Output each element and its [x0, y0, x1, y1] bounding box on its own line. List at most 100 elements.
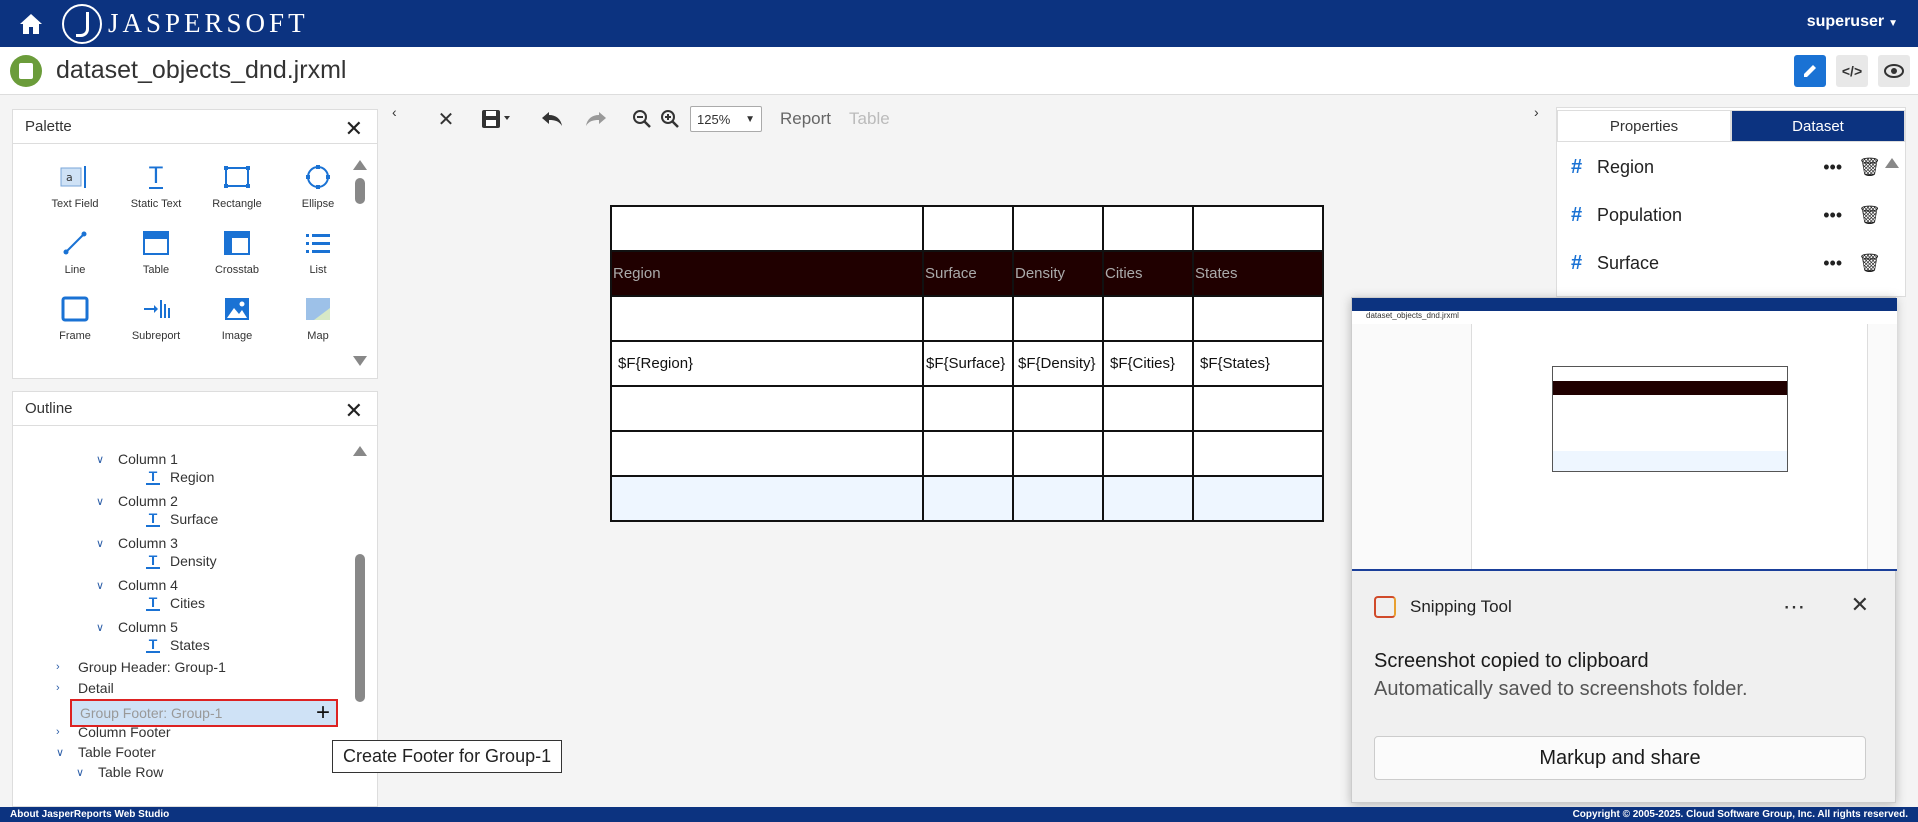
document-title: dataset_objects_dnd.jrxml: [56, 56, 347, 84]
outline-text-cities[interactable]: T Cities: [146, 593, 205, 613]
palette-scrollbar[interactable]: [353, 160, 367, 370]
scroll-down-icon[interactable]: [353, 356, 367, 366]
outline-text-surface[interactable]: T Surface: [146, 509, 218, 529]
about-link[interactable]: About JasperReports Web Studio: [10, 809, 169, 820]
more-options-icon[interactable]: •••: [1823, 205, 1842, 226]
user-menu[interactable]: superuser ▼: [1807, 13, 1898, 31]
chevron-down-icon[interactable]: ∨: [96, 579, 108, 592]
zoom-in-button[interactable]: [656, 103, 684, 135]
dataset-field-row[interactable]: # Surface ••• 🗑: [1571, 248, 1881, 278]
palette-list[interactable]: List: [278, 228, 358, 276]
outline-column-1[interactable]: ∨ Column 1: [96, 449, 178, 469]
redo-button[interactable]: [574, 103, 618, 135]
table-header-row[interactable]: Region Surface Density Cities States: [610, 250, 1324, 297]
palette-crosstab[interactable]: Crosstab: [197, 228, 277, 276]
field-cell[interactable]: $F{Cities}: [1102, 340, 1194, 387]
palette-static-text[interactable]: T Static Text: [116, 162, 196, 211]
outline-scroll-thumb[interactable]: [355, 554, 365, 702]
outline-group-footer-selected[interactable]: Group Footer: Group-1 +: [70, 699, 338, 727]
home-button[interactable]: [0, 0, 62, 47]
jaspersoft-logo[interactable]: JASPERSOFT: [62, 3, 309, 44]
preview-mode-button[interactable]: [1878, 55, 1910, 87]
table-row[interactable]: [610, 430, 1324, 477]
table-design-element[interactable]: Region Surface Density Cities States $F{…: [610, 205, 1324, 522]
table-row[interactable]: [610, 385, 1324, 432]
outline-group-header[interactable]: › Group Header: Group-1: [56, 657, 226, 677]
scroll-up-icon[interactable]: [353, 446, 367, 456]
breadcrumb-report[interactable]: Report: [780, 109, 831, 129]
palette-map[interactable]: Map: [278, 294, 358, 342]
outline-text-states[interactable]: T States: [146, 635, 210, 655]
redo-icon: [586, 112, 606, 126]
table-footer-row[interactable]: [610, 475, 1324, 522]
snipping-tool-notification[interactable]: dataset_objects_dnd.jrxml Snipping Tool …: [1351, 297, 1897, 803]
palette-table[interactable]: Table: [116, 228, 196, 276]
table-row[interactable]: [610, 295, 1324, 342]
source-mode-button[interactable]: </>: [1836, 55, 1868, 87]
header-cell[interactable]: Cities: [1102, 250, 1194, 297]
field-cell[interactable]: $F{Surface}: [922, 340, 1014, 387]
scroll-up-icon[interactable]: [1885, 158, 1899, 168]
more-options-icon[interactable]: •••: [1823, 253, 1842, 274]
zoom-out-button[interactable]: [628, 103, 656, 135]
header-cell[interactable]: Surface: [922, 250, 1014, 297]
table-row[interactable]: [610, 205, 1324, 252]
close-editor-button[interactable]: ✕: [426, 103, 466, 135]
screenshot-thumbnail[interactable]: dataset_objects_dnd.jrxml: [1352, 298, 1897, 571]
palette-rectangle[interactable]: Rectangle: [197, 162, 277, 210]
chevron-down-icon[interactable]: ∨: [96, 453, 108, 466]
chevron-down-icon[interactable]: ∨: [56, 746, 68, 759]
outline-text-region[interactable]: T Region: [146, 467, 214, 487]
design-mode-button[interactable]: [1794, 55, 1826, 87]
chevron-down-icon[interactable]: ∨: [96, 621, 108, 634]
palette-image[interactable]: Image: [197, 294, 277, 342]
palette-scroll-thumb[interactable]: [355, 178, 365, 204]
outline-table-footer[interactable]: ∨ Table Footer: [56, 742, 156, 762]
table-detail-row[interactable]: $F{Region} $F{Surface} $F{Density} $F{Ci…: [610, 340, 1324, 387]
field-cell[interactable]: $F{States}: [1192, 340, 1324, 387]
more-options-icon[interactable]: •••: [1823, 157, 1842, 178]
palette-line[interactable]: Line: [35, 228, 115, 276]
header-cell[interactable]: States: [1192, 250, 1324, 297]
field-cell[interactable]: $F{Region}: [610, 340, 924, 387]
breadcrumb-table[interactable]: Table: [849, 109, 890, 129]
outline-close-icon[interactable]: ✕: [345, 398, 363, 424]
outline-detail[interactable]: › Detail: [56, 678, 114, 698]
markup-and-share-button[interactable]: Markup and share: [1374, 736, 1866, 780]
trash-icon[interactable]: 🗑: [1858, 205, 1881, 226]
close-notification-icon[interactable]: ✕: [1851, 592, 1869, 618]
palette-close-icon[interactable]: ✕: [345, 116, 363, 142]
chevron-down-icon[interactable]: ∨: [96, 495, 108, 508]
chevron-right-icon[interactable]: ›: [56, 726, 68, 738]
zoom-level-select[interactable]: 125% ▼: [690, 106, 762, 132]
right-panel-tabs: Properties Dataset: [1557, 110, 1905, 142]
chevron-down-icon[interactable]: ∨: [76, 766, 88, 779]
dataset-field-row[interactable]: # Population ••• 🗑: [1571, 200, 1881, 230]
tab-dataset[interactable]: Dataset: [1731, 110, 1905, 142]
tab-properties[interactable]: Properties: [1557, 110, 1731, 142]
chevron-down-icon[interactable]: ∨: [96, 537, 108, 550]
palette-frame[interactable]: Frame: [35, 294, 115, 342]
outline-text-density[interactable]: T Density: [146, 551, 217, 571]
header-cell[interactable]: Region: [610, 250, 924, 297]
header-cell[interactable]: Density: [1012, 250, 1104, 297]
palette-subreport[interactable]: Subreport: [116, 294, 196, 342]
save-button[interactable]: [474, 103, 518, 135]
scroll-up-icon[interactable]: [353, 160, 367, 170]
undo-button[interactable]: [530, 103, 574, 135]
more-options-icon[interactable]: ⋯: [1783, 594, 1805, 620]
trash-icon[interactable]: 🗑: [1858, 157, 1881, 178]
palette-ellipse[interactable]: Ellipse: [278, 162, 358, 210]
outline-column-2[interactable]: ∨ Column 2: [96, 491, 178, 511]
outline-table-row[interactable]: ∨ Table Row: [76, 762, 163, 782]
dataset-field-row[interactable]: # Region ••• 🗑: [1571, 152, 1881, 182]
outline-column-4[interactable]: ∨ Column 4: [96, 575, 178, 595]
chevron-right-icon[interactable]: ›: [56, 661, 68, 673]
outline-column-3[interactable]: ∨ Column 3: [96, 533, 178, 553]
add-footer-plus-icon[interactable]: +: [316, 699, 330, 727]
outline-column-5[interactable]: ∨ Column 5: [96, 617, 178, 637]
chevron-right-icon[interactable]: ›: [56, 682, 68, 694]
palette-text-field[interactable]: a Text Field: [35, 162, 115, 210]
field-cell[interactable]: $F{Density}: [1012, 340, 1104, 387]
trash-icon[interactable]: 🗑: [1858, 253, 1881, 274]
